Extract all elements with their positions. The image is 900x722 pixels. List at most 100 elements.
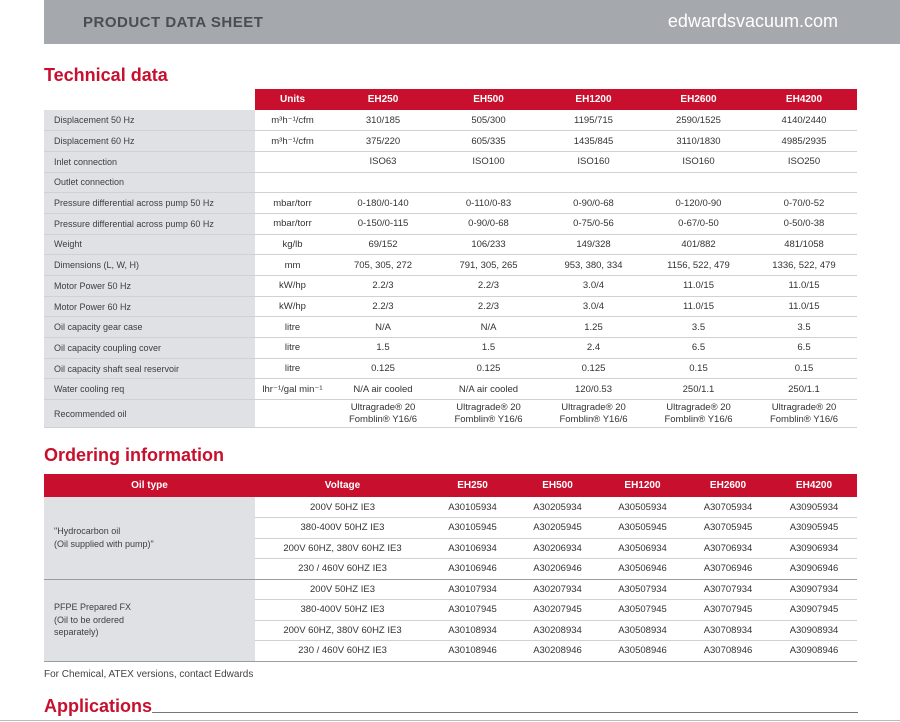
part-number-cell: A30507945 <box>600 599 685 621</box>
value-cell: Ultragrade® 20 Fomblin® Y16/6 <box>436 399 541 429</box>
value-cell: 1195/715 <box>541 110 646 132</box>
value-cell: 705, 305, 272 <box>330 254 436 276</box>
value-cell: ISO250 <box>751 151 857 173</box>
value-cell <box>330 172 436 194</box>
table-row: Weight kg/lb 69/152 106/233 149/328 401/882 48… <box>44 234 857 256</box>
part-number-cell: A30705934 <box>685 497 771 518</box>
part-number-cell: A30506934 <box>600 538 685 559</box>
value-cell: 11.0/15 <box>646 275 751 297</box>
part-number-cell: A30707934 <box>685 579 771 600</box>
footnote: For Chemical, ATEX versions, contact Edw… <box>44 669 254 680</box>
table-row: Displacement 60 Hz m³h⁻¹/cfm 375/220 605/33… <box>44 130 857 152</box>
voltage-cell: 380-400V 50HZ IE3 <box>255 599 430 621</box>
table-row: Outlet connection <box>44 172 857 194</box>
value-cell: 1.25 <box>541 316 646 339</box>
value-cell: 4985/2935 <box>751 130 857 152</box>
value-cell: N/A <box>330 316 436 339</box>
part-number-cell: A30708946 <box>685 640 771 662</box>
table-row: Inlet connection ISO63 ISO100 ISO160 ISO160 I… <box>44 151 857 173</box>
part-number-cell: A30207945 <box>515 599 600 621</box>
technical-data-title: Technical data <box>44 65 168 85</box>
part-number-cell: A30507934 <box>600 579 685 600</box>
table-row: PFPE Prepared FX (Oil to be ordered sepa… <box>44 579 857 662</box>
column-header-model: EH4200 <box>771 474 857 497</box>
value-cell: Ultragrade® 20 Fomblin® Y16/6 <box>646 399 751 429</box>
value-cell: 0-110/0-83 <box>436 192 541 214</box>
units-cell <box>255 151 330 173</box>
row-label: Recommended oil <box>44 399 255 429</box>
table-row: Pressure differential across pump 60 Hz m… <box>44 213 857 235</box>
value-cell: 2.2/3 <box>330 275 436 297</box>
value-cell: 0-50/0-38 <box>751 213 857 235</box>
table-row: "Hydrocarbon oil (Oil supplied with pump… <box>44 497 857 580</box>
value-cell: 250/1.1 <box>751 378 857 401</box>
value-cell: 4140/2440 <box>751 110 857 132</box>
column-header-model: EH500 <box>515 474 600 497</box>
column-header-model: EH1200 <box>541 89 646 110</box>
part-number-cell: A30106934 <box>430 538 515 559</box>
table-row: Pressure differential across pump 50 Hz m… <box>44 192 857 214</box>
value-cell: 1336, 522, 479 <box>751 254 857 276</box>
part-number-cell: A30105945 <box>430 517 515 539</box>
row-label: Weight <box>44 234 255 256</box>
units-cell: mbar/torr <box>255 213 330 235</box>
row-label: Outlet connection <box>44 172 255 194</box>
units-cell: m³h⁻¹/cfm <box>255 110 330 132</box>
value-cell: ISO160 <box>541 151 646 173</box>
table-row: Recommended oil Ultragrade® 20 Fomblin® Y… <box>44 399 857 429</box>
value-cell: Ultragrade® 20 Fomblin® Y16/6 <box>541 399 646 429</box>
row-label: Dimensions (L, W, H) <box>44 254 255 276</box>
value-cell: 250/1.1 <box>646 378 751 401</box>
value-cell: Ultragrade® 20 Fomblin® Y16/6 <box>330 399 436 429</box>
value-cell: 791, 305, 265 <box>436 254 541 276</box>
units-cell: m³h⁻¹/cfm <box>255 130 330 152</box>
value-cell: 2.2/3 <box>330 296 436 318</box>
value-cell <box>751 172 857 194</box>
units-cell: lhr⁻¹/gal min⁻¹ <box>255 378 330 401</box>
value-cell: 0-75/0-56 <box>541 213 646 235</box>
table-row: Oil capacity gear case litre N/A N/A 1.25 3.5… <box>44 316 857 339</box>
document-type: PRODUCT DATA SHEET <box>83 14 264 31</box>
column-header-model: EH500 <box>436 89 541 110</box>
applications-title: Applications <box>44 696 153 716</box>
row-label: Oil capacity coupling cover <box>44 337 255 359</box>
value-cell <box>541 172 646 194</box>
website-link[interactable]: edwardsvacuum.com <box>668 11 838 32</box>
value-cell: Ultragrade® 20 Fomblin® Y16/6 <box>751 399 857 429</box>
voltage-cell: 200V 50HZ IE3 <box>255 579 430 600</box>
row-label: Displacement 60 Hz <box>44 130 255 152</box>
voltage-cell: 200V 50HZ IE3 <box>255 497 430 518</box>
units-cell: litre <box>255 358 330 380</box>
ordering-info-title: Ordering information <box>44 445 224 465</box>
table-row: Motor Power 60 Hz kW/hp 2.2/3 2.2/3 3.0/4 11.… <box>44 296 857 318</box>
value-cell: 481/1058 <box>751 234 857 256</box>
part-number-cell: A30908934 <box>771 620 857 641</box>
units-cell: kg/lb <box>255 234 330 256</box>
part-number-cell: A30208946 <box>515 640 600 662</box>
part-number-cell: A30206934 <box>515 538 600 559</box>
divider <box>0 720 900 721</box>
part-number-cell: A30705945 <box>685 517 771 539</box>
column-header-model: EH2600 <box>646 89 751 110</box>
voltage-cell: 230 / 460V 60HZ IE3 <box>255 640 430 662</box>
part-number-cell: A30707945 <box>685 599 771 621</box>
voltage-cell: 200V 60HZ, 380V 60HZ IE3 <box>255 538 430 559</box>
value-cell: 2.2/3 <box>436 275 541 297</box>
part-number-cell: A30905934 <box>771 497 857 518</box>
value-cell: 3.0/4 <box>541 296 646 318</box>
row-label: Water cooling req <box>44 378 255 401</box>
units-cell: litre <box>255 337 330 359</box>
value-cell: 401/882 <box>646 234 751 256</box>
part-number-cell: A30505945 <box>600 517 685 539</box>
column-header-model: EH250 <box>330 89 436 110</box>
part-number-cell: A30905945 <box>771 517 857 539</box>
value-cell: 605/335 <box>436 130 541 152</box>
value-cell: 2590/1525 <box>646 110 751 132</box>
row-label: Motor Power 50 Hz <box>44 275 255 297</box>
part-number-cell: A30207934 <box>515 579 600 600</box>
value-cell: 106/233 <box>436 234 541 256</box>
part-number-cell: A30506946 <box>600 558 685 580</box>
value-cell: 0-180/0-140 <box>330 192 436 214</box>
value-cell: 11.0/15 <box>646 296 751 318</box>
value-cell: N/A air cooled <box>330 378 436 401</box>
